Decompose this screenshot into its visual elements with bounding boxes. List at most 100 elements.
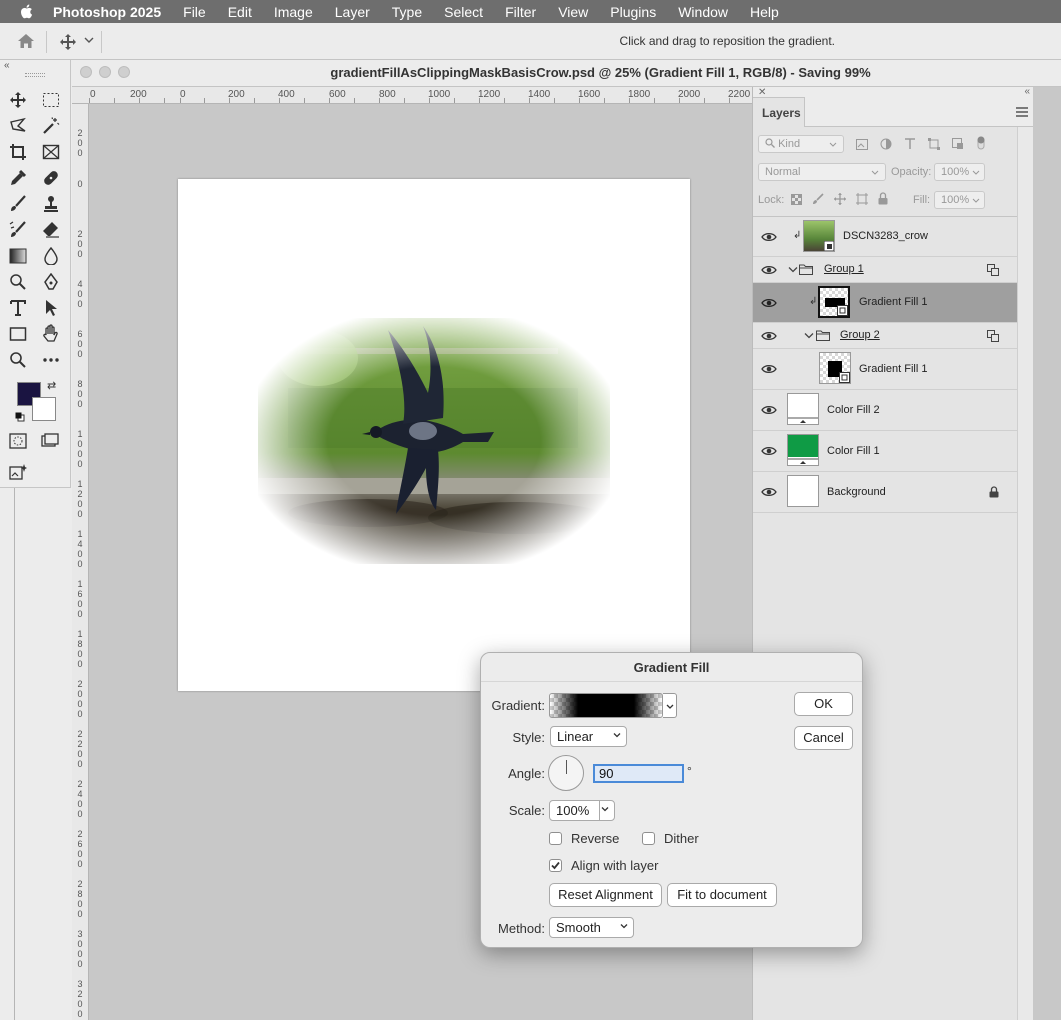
tab-layers[interactable]: Layers	[753, 97, 805, 127]
ok-button[interactable]: OK	[794, 692, 853, 716]
eye-icon[interactable]	[761, 364, 777, 374]
collapse-panel-icon[interactable]: «	[1024, 86, 1030, 97]
zoom-tool-button[interactable]	[7, 349, 29, 371]
lock-brush-icon[interactable]	[812, 193, 824, 205]
quick-mask-button[interactable]	[7, 430, 29, 452]
angle-input[interactable]	[593, 764, 684, 783]
layer-row-background[interactable]: Background	[753, 472, 1017, 513]
cancel-button[interactable]: Cancel	[794, 726, 853, 750]
style-select[interactable]: Linear	[550, 726, 627, 747]
blur-tool-button[interactable]	[40, 245, 62, 267]
filter-shape-icon[interactable]	[928, 138, 940, 150]
gradient-tool-button[interactable]	[7, 245, 29, 267]
crow-photo[interactable]	[258, 318, 610, 564]
layer-thumbnail[interactable]	[819, 352, 851, 384]
panel-grip[interactable]	[25, 73, 45, 77]
type-tool-button[interactable]	[7, 297, 29, 319]
menu-filter[interactable]: Filter	[505, 4, 536, 20]
filter-pixel-icon[interactable]	[856, 139, 868, 150]
gradient-preview-swatch[interactable]	[549, 693, 663, 718]
app-menu[interactable]: Photoshop 2025	[53, 4, 161, 20]
lock-all-icon[interactable]	[878, 192, 888, 205]
default-colors-icon[interactable]	[15, 412, 25, 422]
eyedropper-tool-button[interactable]	[7, 167, 29, 189]
filter-toggle-icon[interactable]	[975, 134, 987, 152]
background-color-swatch[interactable]	[32, 397, 56, 421]
eye-icon[interactable]	[761, 487, 777, 497]
method-select[interactable]: Smooth	[549, 917, 634, 938]
eye-icon[interactable]	[761, 331, 777, 341]
panel-menu-icon[interactable]	[1016, 107, 1028, 117]
menu-layer[interactable]: Layer	[335, 4, 370, 20]
menu-select[interactable]: Select	[444, 4, 483, 20]
chevron-down-icon[interactable]	[788, 266, 798, 274]
home-icon[interactable]	[17, 33, 35, 49]
edit-toolbar-button[interactable]	[40, 349, 62, 371]
menu-file[interactable]: File	[183, 4, 206, 20]
marquee-tool-button[interactable]	[40, 89, 62, 111]
blend-mode-select[interactable]: Normal	[758, 163, 886, 181]
eye-icon[interactable]	[761, 298, 777, 308]
layer-row-group-1[interactable]: Group 1	[753, 257, 1017, 283]
generative-fill-button[interactable]	[7, 461, 29, 483]
lock-position-icon[interactable]	[834, 193, 846, 205]
layer-row-dscn3283-crow[interactable]: ↲ DSCN3283_crow	[753, 217, 1017, 257]
layer-row-color-fill-2[interactable]: Color Fill 2	[753, 390, 1017, 431]
move-tool-icon[interactable]	[59, 33, 77, 51]
eye-icon[interactable]	[761, 232, 777, 242]
layer-row-group-2[interactable]: Group 2	[753, 323, 1017, 349]
crop-tool-button[interactable]	[7, 141, 29, 163]
filter-adjustment-icon[interactable]	[880, 138, 892, 150]
eye-icon[interactable]	[761, 446, 777, 456]
move-tool-button[interactable]	[7, 89, 29, 111]
rectangle-tool-button[interactable]	[7, 323, 29, 345]
eraser-tool-button[interactable]	[40, 219, 62, 241]
vertical-ruler[interactable]: 200 0 200 400 600 800 1000 1200 1400 160…	[72, 104, 89, 1020]
screen-mode-button[interactable]	[40, 430, 62, 452]
path-selection-tool-button[interactable]	[40, 297, 62, 319]
layer-row-color-fill-1[interactable]: Color Fill 1	[753, 431, 1017, 472]
layers-scrollbar[interactable]	[1017, 127, 1034, 1020]
lock-transparent-icon[interactable]	[791, 194, 802, 205]
menu-edit[interactable]: Edit	[228, 4, 252, 20]
dodge-tool-button[interactable]	[7, 271, 29, 293]
menu-help[interactable]: Help	[750, 4, 779, 20]
layer-thumbnail[interactable]	[803, 220, 835, 252]
scale-combo[interactable]: 100%	[549, 800, 615, 821]
pen-tool-button[interactable]	[40, 271, 62, 293]
layer-row-gradient-fill-1-selected[interactable]: ↲ Gradient Fill 1	[753, 283, 1017, 323]
collapse-panel-icon[interactable]: «	[4, 60, 10, 71]
eye-icon[interactable]	[761, 265, 777, 275]
gradient-picker-dropdown[interactable]	[663, 693, 677, 718]
chevron-down-icon[interactable]	[804, 332, 814, 340]
eye-icon[interactable]	[761, 405, 777, 415]
lasso-tool-button[interactable]	[7, 115, 29, 137]
stamp-tool-button[interactable]	[40, 193, 62, 215]
brush-tool-button[interactable]	[7, 193, 29, 215]
menu-image[interactable]: Image	[274, 4, 313, 20]
menu-window[interactable]: Window	[678, 4, 728, 20]
menu-type[interactable]: Type	[392, 4, 422, 20]
fill-input[interactable]: 100%	[934, 191, 985, 209]
history-brush-tool-button[interactable]	[7, 219, 29, 241]
angle-dial[interactable]	[548, 755, 584, 791]
align-with-layer-checkbox[interactable]	[549, 859, 562, 872]
layer-thumbnail[interactable]	[787, 475, 819, 507]
lock-artboard-icon[interactable]	[856, 193, 868, 205]
layer-filter-select[interactable]: Kind	[758, 135, 844, 153]
reverse-checkbox[interactable]	[549, 832, 562, 845]
healing-brush-tool-button[interactable]	[40, 167, 62, 189]
menu-plugins[interactable]: Plugins	[610, 4, 656, 20]
dither-checkbox[interactable]	[642, 832, 655, 845]
swap-colors-icon[interactable]: ⇄	[47, 379, 56, 392]
fit-to-document-button[interactable]: Fit to document	[667, 883, 777, 907]
frame-tool-button[interactable]	[40, 141, 62, 163]
layer-thumbnail[interactable]	[787, 393, 819, 425]
filter-type-icon[interactable]	[904, 138, 916, 150]
chevron-down-icon[interactable]	[84, 36, 94, 44]
layer-row-gradient-fill-1-inner[interactable]: Gradient Fill 1	[753, 349, 1017, 390]
opacity-input[interactable]: 100%	[934, 163, 985, 181]
filter-smart-object-icon[interactable]	[952, 138, 964, 150]
reset-alignment-button[interactable]: Reset Alignment	[549, 883, 662, 907]
magic-wand-tool-button[interactable]	[40, 115, 62, 137]
